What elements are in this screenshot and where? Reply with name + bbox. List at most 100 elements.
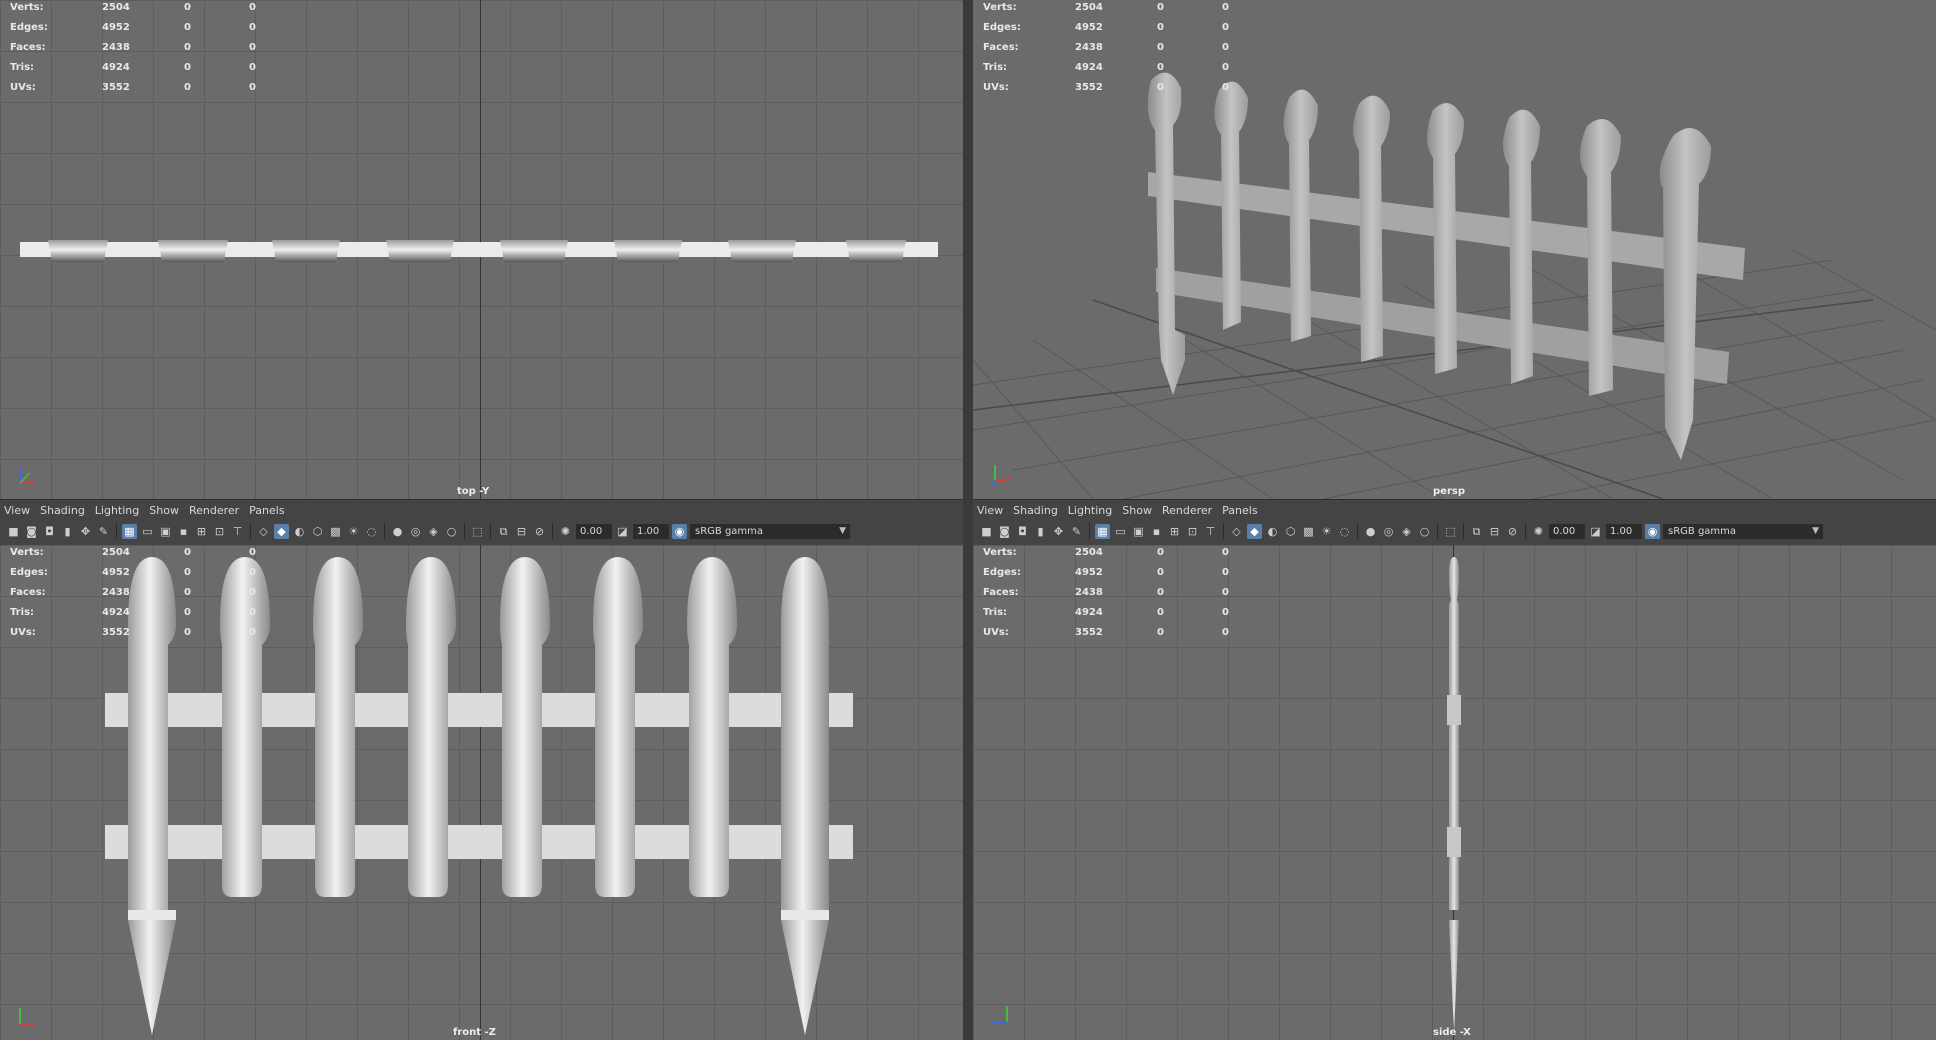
hud-value: 4924 — [1075, 607, 1103, 618]
hud-value: 0 — [1222, 42, 1229, 53]
default-lighting-icon[interactable]: ◐ — [292, 524, 307, 539]
screen-space-ao-icon[interactable]: ● — [390, 524, 405, 539]
motion-blur-icon[interactable]: ◎ — [1381, 524, 1396, 539]
grid-icon[interactable]: ▦ — [1095, 523, 1110, 539]
menu-panels[interactable]: Panels — [1220, 504, 1265, 517]
hud-value: 0 — [1157, 82, 1164, 93]
smooth-shade-icon[interactable]: ◆ — [274, 523, 289, 539]
viewport-persp[interactable]: Verts: 2504 0 0 Edges: 4952 0 0 Faces: 2438 0 0 T… — [973, 0, 1936, 499]
exposure-icon[interactable]: ✺ — [558, 524, 573, 539]
gate-mask-icon[interactable]: ▪ — [176, 524, 191, 539]
exposure-icon[interactable]: ✺ — [1531, 524, 1546, 539]
menu-lighting[interactable]: Lighting — [1066, 504, 1120, 517]
hud-label: UVs: — [10, 627, 36, 638]
shadows-icon[interactable]: ◌ — [364, 524, 379, 539]
xray-icon[interactable]: ⧉ — [1469, 524, 1484, 539]
grease-pencil-icon[interactable]: ✎ — [1069, 524, 1084, 539]
shadows-icon[interactable]: ◌ — [1337, 524, 1352, 539]
xray-components-icon[interactable]: ⊘ — [1505, 524, 1520, 539]
menu-shading[interactable]: Shading — [38, 504, 93, 517]
menu-renderer[interactable]: Renderer — [1160, 504, 1220, 517]
menu-renderer[interactable]: Renderer — [187, 504, 247, 517]
anti-alias-icon[interactable]: ◈ — [426, 524, 441, 539]
menu-show[interactable]: Show — [147, 504, 187, 517]
isolate-select-icon[interactable]: ⬚ — [1443, 524, 1458, 539]
gamma-icon[interactable]: ◪ — [615, 524, 630, 539]
motion-blur-icon[interactable]: ◎ — [408, 524, 423, 539]
use-all-lights-icon[interactable]: ☀ — [346, 524, 361, 539]
textured-icon[interactable]: ▩ — [328, 524, 343, 539]
color-management-icon[interactable]: ◉ — [1645, 523, 1660, 539]
viewport-label-front: front -Z — [453, 1027, 496, 1038]
2d-pan-icon[interactable]: ✥ — [78, 524, 93, 539]
use-all-lights-icon[interactable]: ☀ — [1319, 524, 1334, 539]
xray-joints-icon[interactable]: ⊟ — [514, 524, 529, 539]
wireframe-on-shaded-icon[interactable]: ⬡ — [310, 524, 325, 539]
menu-view[interactable]: View — [2, 504, 38, 517]
screen-space-ao-icon[interactable]: ● — [1363, 524, 1378, 539]
safe-title-icon[interactable]: ⊤ — [230, 524, 245, 539]
camera-icon[interactable]: ■ — [6, 524, 21, 539]
menu-shading[interactable]: Shading — [1011, 504, 1066, 517]
xray-components-icon[interactable]: ⊘ — [532, 524, 547, 539]
color-space-dropdown[interactable]: sRGB gamma ▼ — [1663, 523, 1823, 539]
grid-icon[interactable]: ▦ — [122, 523, 137, 539]
film-gate-icon[interactable]: ▭ — [140, 524, 155, 539]
grease-pencil-icon[interactable]: ✎ — [96, 524, 111, 539]
hud-value: 0 — [184, 607, 191, 618]
safe-action-icon[interactable]: ⊡ — [1185, 524, 1200, 539]
chevron-down-icon: ▼ — [1812, 525, 1819, 536]
bookmark-icon[interactable]: ◘ — [1015, 524, 1030, 539]
menu-lighting[interactable]: Lighting — [93, 504, 147, 517]
color-space-dropdown[interactable]: sRGB gamma ▼ — [690, 523, 850, 539]
panel-toolbar: ■ ◙ ◘ ▮ ✥ ✎ ▦ ▭ ▣ ▪ ⊞ ⊡ ⊤ ◇ ◆ ◐ ⬡ ▩ ☀ ◌ … — [0, 520, 963, 542]
wireframe-icon[interactable]: ◇ — [1229, 524, 1244, 539]
xray-icon[interactable]: ⧉ — [496, 524, 511, 539]
exposure-field[interactable]: 0.00 — [576, 523, 612, 539]
depth-of-field-icon[interactable]: ○ — [1417, 524, 1432, 539]
wireframe-icon[interactable]: ◇ — [256, 524, 271, 539]
camera-attr-icon[interactable]: ◙ — [997, 524, 1012, 539]
field-chart-icon[interactable]: ⊞ — [1167, 524, 1182, 539]
hud-value: 3552 — [102, 627, 130, 638]
film-gate-icon[interactable]: ▭ — [1113, 524, 1128, 539]
menu-show[interactable]: Show — [1120, 504, 1160, 517]
safe-action-icon[interactable]: ⊡ — [212, 524, 227, 539]
depth-of-field-icon[interactable]: ○ — [444, 524, 459, 539]
hud-value: 2438 — [102, 42, 130, 53]
viewport-label-side: side -X — [1433, 1027, 1471, 1038]
camera-icon[interactable]: ■ — [979, 524, 994, 539]
gamma-icon[interactable]: ◪ — [1588, 524, 1603, 539]
safe-title-icon[interactable]: ⊤ — [1203, 524, 1218, 539]
menu-panels[interactable]: Panels — [247, 504, 292, 517]
viewport-side[interactable]: Verts: 2504 0 0 Edges: 4952 0 0 Faces: 2438 0 0 T… — [973, 545, 1936, 1040]
viewport-divider[interactable] — [963, 0, 973, 1040]
exposure-field[interactable]: 0.00 — [1549, 523, 1585, 539]
2d-pan-icon[interactable]: ✥ — [1051, 524, 1066, 539]
image-plane-icon[interactable]: ▮ — [60, 524, 75, 539]
hud-value: 2438 — [1075, 587, 1103, 598]
gamma-field[interactable]: 1.00 — [1606, 523, 1642, 539]
xray-joints-icon[interactable]: ⊟ — [1487, 524, 1502, 539]
color-management-icon[interactable]: ◉ — [672, 523, 687, 539]
gamma-field[interactable]: 1.00 — [633, 523, 669, 539]
resolution-gate-icon[interactable]: ▣ — [158, 524, 173, 539]
gate-mask-icon[interactable]: ▪ — [1149, 524, 1164, 539]
textured-icon[interactable]: ▩ — [1301, 524, 1316, 539]
field-chart-icon[interactable]: ⊞ — [194, 524, 209, 539]
resolution-gate-icon[interactable]: ▣ — [1131, 524, 1146, 539]
hud-value: 0 — [184, 627, 191, 638]
hud-value: 0 — [249, 2, 256, 13]
bookmark-icon[interactable]: ◘ — [42, 524, 57, 539]
default-lighting-icon[interactable]: ◐ — [1265, 524, 1280, 539]
image-plane-icon[interactable]: ▮ — [1033, 524, 1048, 539]
viewport-top[interactable]: Verts: 2504 0 0 Edges: 4952 0 0 Faces: 2438 0 0 T… — [0, 0, 963, 499]
isolate-select-icon[interactable]: ⬚ — [470, 524, 485, 539]
smooth-shade-icon[interactable]: ◆ — [1247, 523, 1262, 539]
viewport-front[interactable]: Verts: 2504 0 0 Edges: 4952 0 0 Faces: 2438 0 0 T… — [0, 545, 963, 1040]
camera-attr-icon[interactable]: ◙ — [24, 524, 39, 539]
wireframe-on-shaded-icon[interactable]: ⬡ — [1283, 524, 1298, 539]
hud-value: 0 — [249, 607, 256, 618]
menu-view[interactable]: View — [975, 504, 1011, 517]
anti-alias-icon[interactable]: ◈ — [1399, 524, 1414, 539]
